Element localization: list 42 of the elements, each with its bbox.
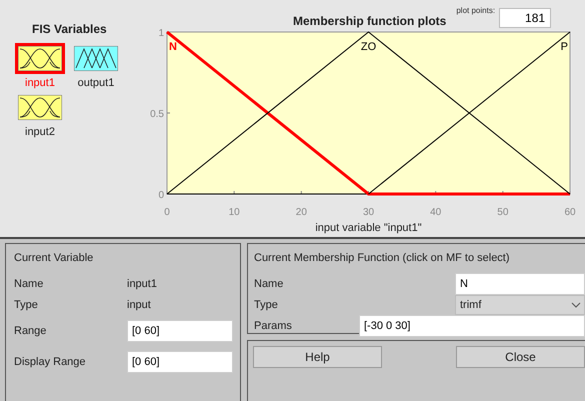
panel-title: Current Variable xyxy=(14,252,94,264)
panel-title: Current Membership Function (click on MF to select) xyxy=(254,252,511,264)
plot-title: Membership function plots xyxy=(293,14,446,28)
plot-points-label: plot points: xyxy=(456,6,496,15)
input-variable-icon[interactable] xyxy=(15,43,65,74)
panel-title: FIS Variables xyxy=(32,22,108,36)
x-tick-label: 50 xyxy=(497,207,508,218)
field-label: Type xyxy=(14,299,39,311)
field-label: Params xyxy=(254,320,292,332)
mf-label[interactable]: P xyxy=(560,41,568,53)
dialog-button[interactable]: Help xyxy=(253,346,382,368)
field-label: Display Range xyxy=(14,356,87,368)
plot-points-field[interactable]: 181 xyxy=(499,8,552,28)
x-tick-label: 40 xyxy=(430,207,442,218)
variable-name: input1 xyxy=(127,278,158,290)
mf-type-dropdown[interactable]: trimf xyxy=(455,294,585,314)
display-range-field[interactable]: [0 60] xyxy=(127,351,233,373)
mf-label[interactable]: ZO xyxy=(360,41,376,53)
chevron-down-icon xyxy=(571,302,581,308)
range-field[interactable]: [0 60] xyxy=(127,320,233,342)
input-variable-icon[interactable] xyxy=(15,92,65,123)
x-tick-label: 10 xyxy=(228,207,240,218)
x-tick-label: 20 xyxy=(296,207,307,218)
x-tick-label: 0 xyxy=(164,207,170,218)
x-axis-label: input variable "input1" xyxy=(315,222,422,234)
field-label: Range xyxy=(14,325,48,337)
y-tick-label: 1 xyxy=(158,28,164,39)
mf-name-field[interactable]: N xyxy=(455,272,585,294)
params-field[interactable]: [-30 0 30] xyxy=(359,314,585,336)
variable-label[interactable]: output1 xyxy=(78,77,114,89)
y-tick-label: 0.5 xyxy=(150,109,164,120)
x-tick-label: 30 xyxy=(362,207,374,218)
variable-label[interactable]: input2 xyxy=(25,126,55,138)
dialog-button[interactable]: Close xyxy=(456,346,585,368)
field-label: Name xyxy=(254,278,284,290)
mf-label[interactable]: N xyxy=(169,41,177,53)
output-variable-icon[interactable] xyxy=(71,43,121,74)
x-tick-label: 60 xyxy=(564,207,576,218)
field-label: Name xyxy=(14,278,44,290)
variable-type: input xyxy=(127,299,152,311)
field-label: Type xyxy=(254,298,278,310)
y-tick-label: 0 xyxy=(158,190,164,201)
